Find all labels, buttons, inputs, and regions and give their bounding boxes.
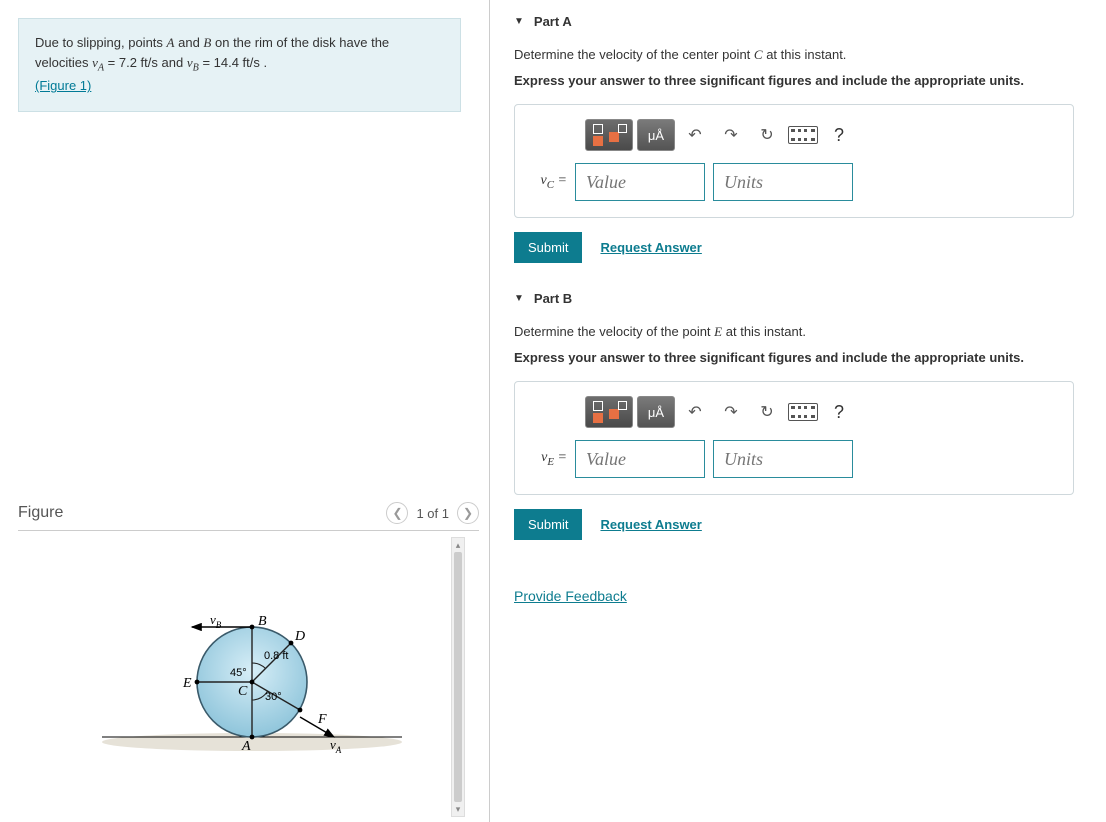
help-button[interactable]: ?	[823, 119, 855, 151]
point-B: B	[203, 35, 211, 50]
undo-button[interactable]: ↶	[679, 119, 711, 151]
vb-value: = 14.4 ft/s .	[202, 55, 267, 70]
units-input[interactable]	[713, 163, 853, 201]
reset-button[interactable]: ↻	[751, 396, 783, 428]
svg-text:C: C	[238, 684, 248, 699]
part-b-title: Part B	[534, 291, 572, 306]
svg-text:F: F	[317, 712, 327, 727]
question-var: E	[714, 324, 722, 339]
keyboard-icon	[788, 126, 818, 144]
svg-text:A: A	[241, 739, 251, 754]
submit-button[interactable]: Submit	[514, 509, 582, 540]
part-a-answer-panel: μÅ ↶ ↷ ↻ ? vC =	[514, 104, 1074, 218]
scroll-thumb[interactable]	[454, 552, 462, 802]
figure-body: B vB D E C A F vA 0.8 ft 45° 30° ▴ ▾	[18, 537, 479, 817]
superscript-icon	[609, 124, 627, 146]
chevron-down-icon: ▼	[514, 293, 524, 304]
vc-sub: C	[547, 179, 554, 191]
undo-button[interactable]: ↶	[679, 396, 711, 428]
question-text: Determine the velocity of the point	[514, 324, 714, 339]
part-b-instruction: Express your answer to three significant…	[514, 348, 1106, 368]
fraction-exponent-button[interactable]	[585, 119, 633, 151]
problem-text: and	[162, 55, 187, 70]
units-button[interactable]: μÅ	[637, 396, 675, 428]
answer-toolbar: μÅ ↶ ↷ ↻ ?	[585, 119, 1055, 151]
pager-prev-button[interactable]: ❮	[386, 502, 408, 524]
request-answer-link[interactable]: Request Answer	[600, 517, 701, 532]
problem-text: Due to slipping, points	[35, 35, 167, 50]
superscript-icon	[609, 401, 627, 423]
scroll-down-icon[interactable]: ▾	[452, 802, 464, 816]
part-b-actions: Submit Request Answer	[514, 509, 1106, 540]
redo-button[interactable]: ↷	[715, 119, 747, 151]
vb-sub: B	[193, 63, 199, 74]
keyboard-button[interactable]	[787, 119, 819, 151]
part-b-inputs: vE =	[533, 440, 1055, 478]
part-b-header[interactable]: ▼ Part B	[514, 291, 1106, 306]
fraction-icon	[591, 124, 605, 146]
svg-text:30°: 30°	[265, 691, 282, 703]
keyboard-icon	[788, 403, 818, 421]
units-button[interactable]: μÅ	[637, 119, 675, 151]
svg-text:D: D	[294, 629, 305, 644]
part-a-inputs: vC =	[533, 163, 1055, 201]
figure-panel: Figure ❮ 1 of 1 ❯	[18, 502, 479, 822]
pager-text: 1 of 1	[416, 506, 449, 521]
svg-text:E: E	[182, 676, 192, 691]
chevron-down-icon: ▼	[514, 16, 524, 27]
figure-link[interactable]: (Figure 1)	[35, 78, 91, 93]
angstrom-icon: Å	[655, 128, 664, 143]
figure-scrollbar[interactable]: ▴ ▾	[451, 537, 465, 817]
submit-button[interactable]: Submit	[514, 232, 582, 263]
answer-toolbar: μÅ ↶ ↷ ↻ ?	[585, 396, 1055, 428]
part-b-answer-panel: μÅ ↶ ↷ ↻ ? vE =	[514, 381, 1074, 495]
va-value: = 7.2 ft/s	[108, 55, 158, 70]
value-input[interactable]	[575, 163, 705, 201]
pager-next-button[interactable]: ❯	[457, 502, 479, 524]
angstrom-icon: Å	[655, 405, 664, 420]
fraction-icon	[591, 401, 605, 423]
svg-text:45°: 45°	[230, 667, 247, 679]
fraction-exponent-button[interactable]	[585, 396, 633, 428]
figure-title: Figure	[18, 504, 63, 522]
left-panel: Due to slipping, points A and B on the r…	[0, 0, 490, 822]
point-A: A	[167, 35, 175, 50]
mu-icon: μ	[648, 128, 656, 143]
va-sub: A	[98, 63, 104, 74]
help-button[interactable]: ?	[823, 396, 855, 428]
part-a-title: Part A	[534, 14, 572, 29]
problem-statement: Due to slipping, points A and B on the r…	[18, 18, 461, 112]
part-a-actions: Submit Request Answer	[514, 232, 1106, 263]
reset-button[interactable]: ↻	[751, 119, 783, 151]
part-b-question: Determine the velocity of the point E at…	[514, 322, 1106, 342]
equals-sign: =	[554, 173, 567, 188]
equals-sign: =	[554, 450, 567, 465]
keyboard-button[interactable]	[787, 396, 819, 428]
question-text: Determine the velocity of the center poi…	[514, 47, 754, 62]
request-answer-link[interactable]: Request Answer	[600, 240, 701, 255]
disk-figure: B vB D E C A F vA 0.8 ft 45° 30°	[82, 567, 402, 787]
problem-text: and	[178, 35, 203, 50]
ve-label: vE =	[533, 450, 567, 468]
svg-text:0.8 ft: 0.8 ft	[264, 650, 288, 662]
part-a-instruction: Express your answer to three significant…	[514, 71, 1106, 91]
units-input[interactable]	[713, 440, 853, 478]
svg-text:B: B	[258, 614, 267, 629]
part-a-question: Determine the velocity of the center poi…	[514, 45, 1106, 65]
question-var: C	[754, 47, 763, 62]
figure-pager: ❮ 1 of 1 ❯	[386, 502, 479, 524]
redo-button[interactable]: ↷	[715, 396, 747, 428]
scroll-up-icon[interactable]: ▴	[452, 538, 464, 552]
mu-icon: μ	[648, 405, 656, 420]
provide-feedback-link[interactable]: Provide Feedback	[514, 588, 627, 604]
value-input[interactable]	[575, 440, 705, 478]
question-text: at this instant.	[766, 47, 846, 62]
vc-label: vC =	[533, 173, 567, 191]
question-text: at this instant.	[726, 324, 806, 339]
part-a-header[interactable]: ▼ Part A	[514, 14, 1106, 29]
right-panel: ▼ Part A Determine the velocity of the c…	[490, 0, 1106, 822]
